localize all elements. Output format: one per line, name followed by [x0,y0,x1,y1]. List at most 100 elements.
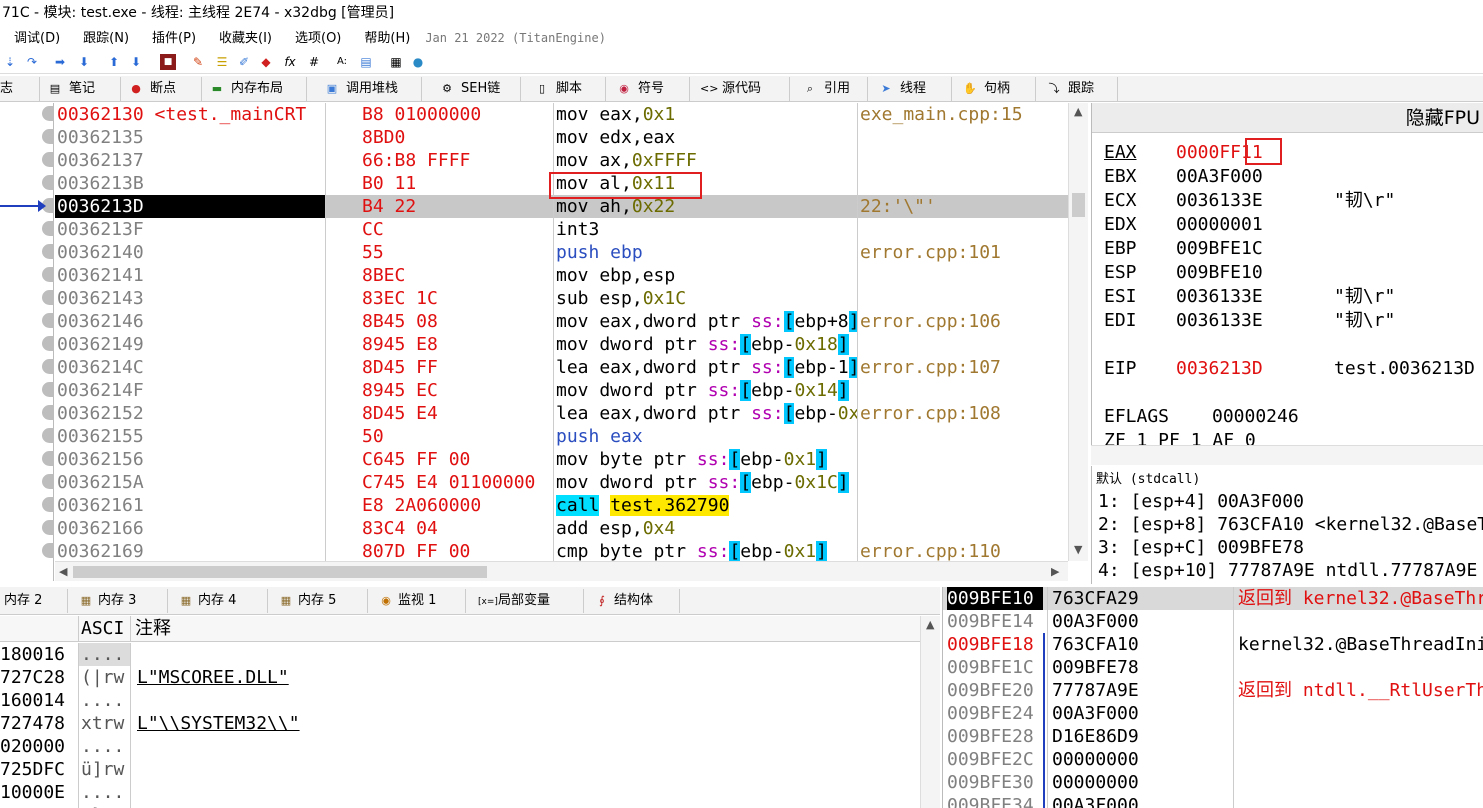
stack-value[interactable]: 00A3F000 [1047,610,1233,633]
disasm-bytes[interactable]: 83EC 1C [325,287,553,310]
disasm-row[interactable]: 0036215A C745 E4 01100000 mov dword ptr ss… [55,471,1068,494]
stack-address[interactable]: 009BFE20 [947,679,1043,702]
breakpoint-marker[interactable] [42,152,54,167]
disasm-address[interactable]: 00362140 [55,241,325,264]
disasm-row[interactable]: 00362155 50 push eax [55,425,1068,448]
disasm-comment[interactable] [857,218,1068,241]
disasm-bytes[interactable]: 66:B8 FFFF [325,149,553,172]
stack-value[interactable]: 00A3F000 [1047,702,1233,725]
disasm-horizontal-scrollbar[interactable]: ◀ ▶ [55,561,1068,581]
disasm-comment[interactable] [857,126,1068,149]
disasm-address[interactable]: 0036213F [55,218,325,241]
tab-symbols[interactable]: ◉ 符号 [610,77,690,101]
comment-column-header[interactable]: 注释 [130,616,171,642]
disasm-comment[interactable] [857,287,1068,310]
tab-script[interactable]: ▯ 脚本 [528,77,606,101]
disasm-address[interactable]: 00362155 [55,425,325,448]
disasm-comment[interactable] [857,333,1068,356]
breakpoint-marker[interactable] [42,451,54,466]
dump-comment[interactable]: L"mscoree" [130,804,245,808]
stack-row[interactable]: 009BFE10763CFA29返回到 kernel32.@BaseThread… [943,587,1483,610]
disasm-address[interactable]: 0036214F [55,379,325,402]
register-value[interactable]: 009BFE10 [1176,261,1334,285]
breakpoint-marker[interactable] [42,129,54,144]
tab-seh[interactable]: ⚙ SEH链 [433,77,521,101]
disasm-row[interactable]: 00362166 83C4 04 add esp,0x4 [55,517,1068,540]
stack-comment[interactable] [1233,725,1238,748]
dump-address[interactable]: 727C28 [0,666,76,689]
dump-row[interactable]: 725DFC ü]rw [0,758,920,781]
disasm-instruction[interactable]: mov byte ptr ss:[ebp-0x1] [553,448,857,471]
disasm-row[interactable]: 00362143 83EC 1C sub esp,0x1C [55,287,1068,310]
dump-ascii[interactable]: .... [78,643,130,666]
disasm-bytes[interactable]: 807D FF 00 [325,540,553,561]
disasm-row[interactable]: 00362130 <test._mainCRT B8 01000000 mov ea… [55,103,1068,126]
disasm-bytes[interactable]: 8BD0 [325,126,553,149]
chevron-right-icon[interactable]: ▶ [1051,565,1059,578]
stack-address[interactable]: 009BFE30 [947,771,1043,794]
register-eip[interactable]: EIP 0036213D test.0036213D [1104,357,1475,381]
disasm-bytes[interactable]: 55 [325,241,553,264]
stack-value[interactable]: D16E86D9 [1047,725,1233,748]
stack-row[interactable]: 009BFE28 D16E86D9 [943,725,1483,748]
chevron-left-icon[interactable]: ◀ [59,565,67,578]
stack-view[interactable]: 009BFE10763CFA29返回到 kernel32.@BaseThread… [942,587,1483,808]
tab-source[interactable]: <> 源代码 [694,77,790,101]
chevron-down-icon[interactable]: ▼ [1074,543,1082,556]
breakpoint-marker[interactable] [42,106,54,121]
disasm-comment[interactable] [857,517,1068,540]
disasm-address[interactable]: 00362135 [55,126,325,149]
disasm-comment[interactable] [857,379,1068,402]
dump-ascii[interactable]: .... [78,781,130,804]
disasm-bytes[interactable]: 8BEC [325,264,553,287]
dump-address[interactable]: 727D1C [0,804,76,808]
ascii-column-header[interactable]: ASCI [78,616,130,642]
disasm-comment[interactable] [857,172,1068,195]
label-icon[interactable]: ✐ [236,54,252,70]
disasm-address[interactable]: 0036213B [55,172,325,195]
stack-value[interactable]: 00000000 [1047,771,1233,794]
dump-comment[interactable]: L"\\SYSTEM32\\" [130,712,300,735]
disasm-row[interactable]: 00362169 807D FF 00 cmp byte ptr ss:[ebp-0… [55,540,1068,561]
tab-call-stack[interactable]: ▣ 调用堆栈 [318,77,422,101]
tab-log[interactable]: 志 [0,77,40,101]
stack-address[interactable]: 009BFE1C [947,656,1043,679]
disasm-instruction[interactable]: mov ax,0xFFFF [553,149,857,172]
stack-address[interactable]: 009BFE2C [947,748,1043,771]
disasm-address[interactable]: 00362141 [55,264,325,287]
dump-comment[interactable] [130,781,137,804]
breakpoint-marker[interactable] [42,474,54,489]
disasm-address[interactable]: 0036214C [55,356,325,379]
chevron-up-icon[interactable]: ▲ [926,618,934,631]
stack-address[interactable]: 009BFE18 [947,633,1043,656]
disasm-address[interactable]: 0036215A [55,471,325,494]
disasm-row[interactable]: 00362152 8D45 E4 lea eax,dword ptr ss:[ebp… [55,402,1068,425]
breakpoint-marker[interactable] [42,428,54,443]
tab-struct[interactable]: ∮ 结构体 [588,589,680,613]
menu-debug[interactable]: 调试(D) [0,27,69,51]
register-esp[interactable]: ESP 009BFE10 [1104,261,1334,285]
dump-row[interactable]: 727C28 (|rw L"MSCOREE.DLL" [0,666,920,689]
disasm-bytes[interactable]: B0 11 [325,172,553,195]
stack-row[interactable]: 009BFE18763CFA10kernel32.@BaseThreadInit… [943,633,1483,656]
disasm-comment[interactable] [857,425,1068,448]
tab-locals[interactable]: [x=]局部变量 [472,589,584,613]
register-value[interactable]: 0036213D [1176,357,1334,381]
scroll-thumb[interactable] [1072,193,1085,217]
breakpoint-marker[interactable] [42,336,54,351]
flags-line[interactable]: ZF 1 PF 1 AF 0 [1104,429,1256,445]
disasm-address[interactable]: 00362152 [55,402,325,425]
stack-value[interactable]: 009BFE78 [1047,656,1233,679]
disasm-row[interactable]: 00362146 8B45 08 mov eax,dword ptr ss:[ebp… [55,310,1068,333]
breakpoint-marker[interactable] [42,359,54,374]
stack-comment[interactable]: kernel32.@BaseThreadInitThunk@12 [1233,633,1483,656]
dump-address[interactable]: 727478 [0,712,76,735]
breakpoint-marker[interactable] [42,520,54,535]
disasm-instruction[interactable]: push ebp [553,241,857,264]
stack-comment[interactable] [1233,702,1238,725]
disasm-instruction[interactable]: mov edx,eax [553,126,857,149]
disasm-bytes[interactable]: 50 [325,425,553,448]
strings-icon[interactable]: A: [334,54,350,70]
dump-ascii[interactable]: ü]rw [78,758,130,781]
disasm-row[interactable]: 00362156 C645 FF 00 mov byte ptr ss:[ebp-0… [55,448,1068,471]
